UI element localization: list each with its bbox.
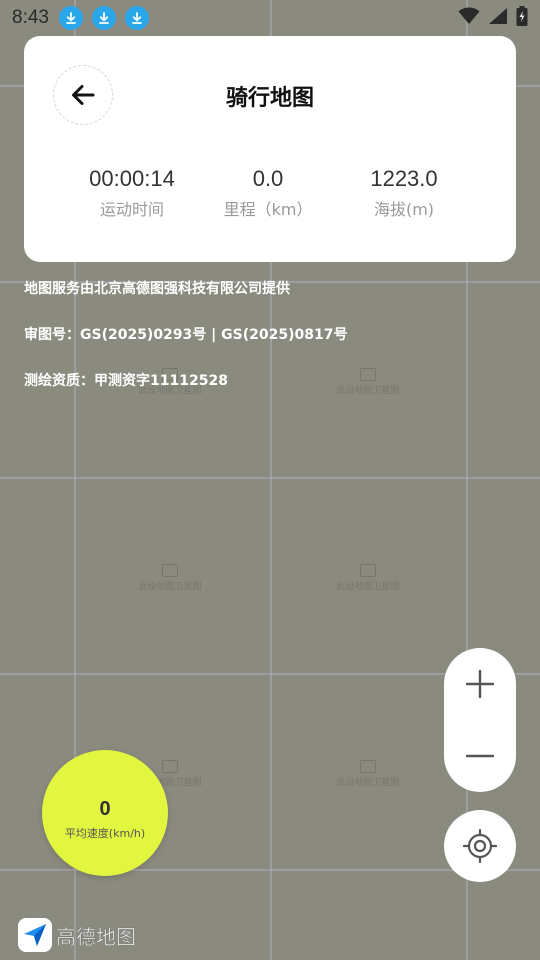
amap-logo-icon [18, 918, 52, 952]
download-icon [58, 6, 83, 30]
stat-duration-value: 00:00:14 [89, 166, 175, 191]
map-tile-placeholder: 此设地图卫星图 [328, 368, 408, 396]
status-icons [458, 6, 528, 30]
map-approval-number: 审图号：GS(2025)0293号 | GS(2025)0817号 [24, 327, 348, 343]
stats-row: 00:00:14 运动时间 0.0 里程（km） 1223.0 海拔(m) [64, 164, 516, 220]
minus-icon [465, 754, 495, 758]
signal-icon [488, 7, 508, 29]
zoom-in-button[interactable] [444, 648, 516, 720]
stat-distance: 0.0 里程（km） [200, 164, 336, 220]
plus-icon [465, 669, 495, 699]
locate-button[interactable] [444, 810, 516, 882]
zoom-out-button[interactable] [444, 720, 516, 792]
map-tile-placeholder: 此设地图卫星图 [328, 564, 408, 592]
stat-altitude-label: 海拔(m) [373, 200, 435, 219]
stat-distance-value: 0.0 [252, 166, 284, 191]
status-bar: 8:43 [0, 0, 540, 36]
zoom-control [444, 648, 516, 792]
download-icon [91, 6, 116, 30]
ride-stats-card: 骑行地图 00:00:14 运动时间 0.0 里程（km） 1223.0 海拔(… [24, 36, 516, 262]
amap-logo: 高德地图 [18, 918, 136, 952]
stat-duration-label: 运动时间 [99, 200, 164, 219]
stat-distance-label: 里程（km） [223, 200, 313, 219]
ride-map-screen: 此设地图卫星图 此设地图卫星图 此设地图卫星图 此设地图卫星图 此设地图卫星图 … [0, 0, 540, 960]
battery-charging-icon [516, 6, 528, 30]
map-qualification: 测绘资质：甲测资字11112528 [24, 373, 228, 389]
status-time: 8:43 [12, 7, 49, 28]
amap-logo-text: 高德地图 [56, 924, 137, 949]
stat-altitude-value: 1223.0 [370, 166, 438, 191]
average-speed-value: 0 [99, 798, 111, 820]
average-speed-label: 平均速度(km/h) [64, 827, 146, 840]
locate-icon [463, 829, 497, 863]
average-speed-badge: 0 平均速度(km/h) [42, 750, 168, 876]
page-title: 骑行地图 [225, 86, 314, 111]
download-icon [124, 6, 149, 30]
map-tile-placeholder: 此设地图卫星图 [328, 760, 408, 788]
wifi-icon [458, 7, 480, 29]
map-provider-credit: 地图服务由北京高德图强科技有限公司提供 [24, 281, 290, 297]
stat-altitude: 1223.0 海拔(m) [336, 164, 472, 220]
map-tile-placeholder: 此设地图卫星图 [130, 564, 210, 592]
stat-duration: 00:00:14 运动时间 [64, 164, 200, 220]
